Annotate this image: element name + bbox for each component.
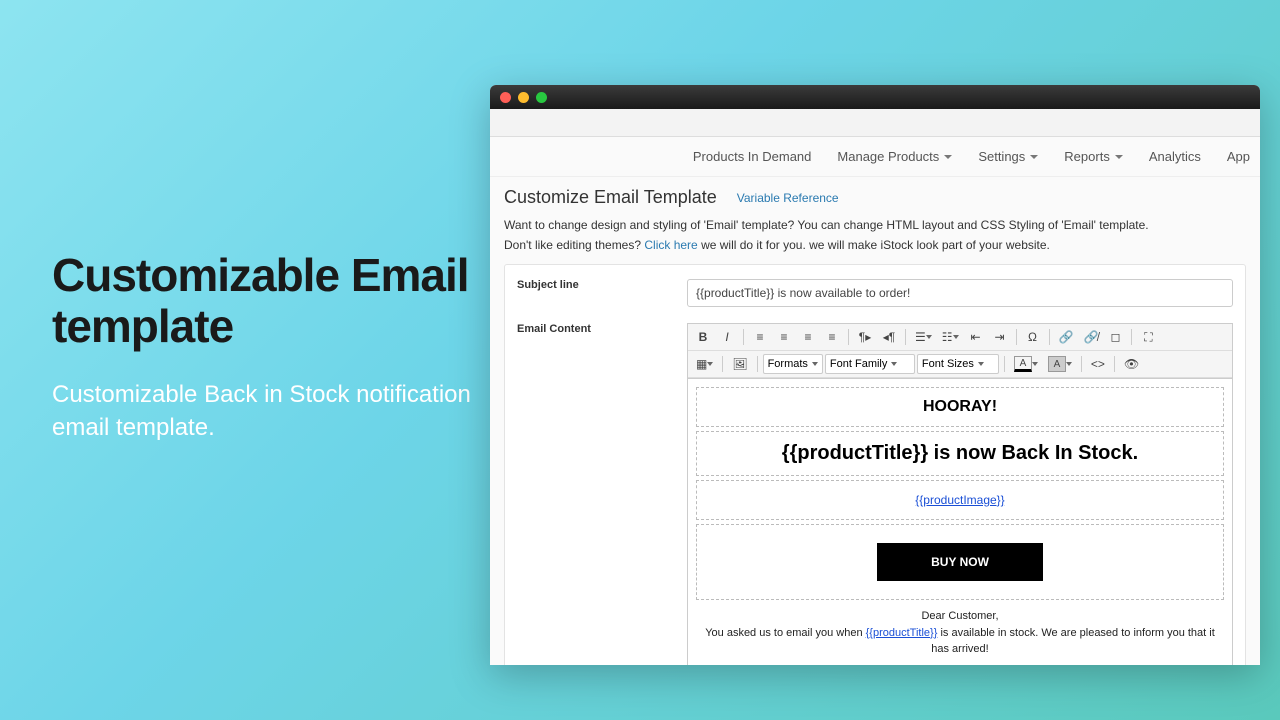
subject-input[interactable] bbox=[687, 279, 1233, 307]
minimize-icon[interactable] bbox=[518, 92, 529, 103]
promo-subheading: Customizable Back in Stock notification … bbox=[52, 379, 472, 444]
nav-app[interactable]: App bbox=[1227, 149, 1250, 164]
email-dear-block: Dear Customer, You asked us to email you… bbox=[696, 604, 1224, 662]
description-2: Don't like editing themes? Click here we… bbox=[504, 238, 1246, 252]
image-icon[interactable]: 🖼 bbox=[728, 354, 751, 374]
app-window: Products In Demand Manage Products Setti… bbox=[490, 85, 1260, 665]
buy-now-button[interactable]: BUY NOW bbox=[877, 543, 1043, 581]
bullet-list-icon[interactable]: ☰ bbox=[911, 327, 936, 347]
email-content-label: Email Content bbox=[517, 323, 687, 665]
bg-color-icon[interactable]: A bbox=[1044, 354, 1076, 374]
omega-icon[interactable]: Ω bbox=[1022, 327, 1044, 347]
nav-analytics[interactable]: Analytics bbox=[1149, 149, 1201, 164]
chevron-down-icon bbox=[1115, 155, 1123, 159]
chevron-down-icon bbox=[1030, 155, 1038, 159]
email-hooray: HOORAY! bbox=[696, 387, 1224, 427]
subject-line-label: Subject line bbox=[517, 279, 687, 307]
email-back-in-stock: {{productTitle}} is now Back In Stock. bbox=[696, 431, 1224, 476]
nav-reports[interactable]: Reports bbox=[1064, 149, 1123, 164]
email-product-title-var: {{productTitle}} bbox=[866, 627, 938, 639]
variable-reference-link[interactable]: Variable Reference bbox=[737, 191, 839, 205]
editor-body[interactable]: HOORAY! {{productTitle}} is now Back In … bbox=[687, 378, 1233, 665]
rich-editor: B I ≡ ≡ ≡ ≡ ¶▸ ◂¶ ☰ ☷ bbox=[687, 323, 1233, 665]
form-panel: Subject line Email Content B I ≡ ≡ ≡ bbox=[504, 264, 1246, 665]
text-color-icon[interactable]: A bbox=[1010, 354, 1042, 374]
email-dear: Dear Customer, bbox=[696, 608, 1224, 625]
source-code-icon[interactable]: <> bbox=[1087, 354, 1109, 374]
indent-icon[interactable]: ⇥ bbox=[989, 327, 1011, 347]
description-1: Want to change design and styling of 'Em… bbox=[504, 218, 1246, 232]
italic-icon[interactable]: I bbox=[716, 327, 738, 347]
fullscreen-icon[interactable]: ⛶ bbox=[1137, 327, 1159, 347]
editor-toolbar: B I ≡ ≡ ≡ ≡ ¶▸ ◂¶ ☰ ☷ bbox=[687, 323, 1233, 378]
email-cta-cell: BUY NOW bbox=[696, 524, 1224, 600]
email-truncated-line: But please complete your purchase as soo… bbox=[696, 662, 1224, 666]
page-title: Customize Email Template bbox=[504, 187, 717, 208]
ltr-icon[interactable]: ¶▸ bbox=[854, 327, 876, 347]
email-product-image-placeholder: {{productImage}} bbox=[696, 480, 1224, 520]
nav-manage-products[interactable]: Manage Products bbox=[837, 149, 952, 164]
formats-select[interactable]: Formats bbox=[763, 354, 823, 374]
align-left-icon[interactable]: ≡ bbox=[749, 327, 771, 347]
outdent-icon[interactable]: ⇤ bbox=[965, 327, 987, 347]
browser-chrome bbox=[490, 109, 1260, 137]
click-here-link[interactable]: Click here bbox=[644, 238, 697, 252]
align-right-icon[interactable]: ≡ bbox=[797, 327, 819, 347]
font-family-select[interactable]: Font Family bbox=[825, 354, 915, 374]
close-icon[interactable] bbox=[500, 92, 511, 103]
top-nav: Products In Demand Manage Products Setti… bbox=[490, 137, 1260, 177]
table-icon[interactable]: ▦ bbox=[692, 354, 717, 374]
promo-panel: Customizable Email template Customizable… bbox=[52, 250, 472, 444]
unlink-icon[interactable]: 🔗̸ bbox=[1079, 327, 1102, 347]
bold-icon[interactable]: B bbox=[692, 327, 714, 347]
number-list-icon[interactable]: ☷ bbox=[938, 327, 963, 347]
link-icon[interactable]: 🔗 bbox=[1055, 327, 1078, 347]
align-justify-icon[interactable]: ≡ bbox=[821, 327, 843, 347]
promo-heading: Customizable Email template bbox=[52, 250, 472, 351]
align-center-icon[interactable]: ≡ bbox=[773, 327, 795, 347]
bookmark-icon[interactable]: ◻ bbox=[1104, 327, 1126, 347]
chevron-down-icon bbox=[944, 155, 952, 159]
rtl-icon[interactable]: ◂¶ bbox=[878, 327, 900, 347]
page-body: Customize Email Template Variable Refere… bbox=[490, 177, 1260, 665]
nav-settings[interactable]: Settings bbox=[978, 149, 1038, 164]
maximize-icon[interactable] bbox=[536, 92, 547, 103]
font-sizes-select[interactable]: Font Sizes bbox=[917, 354, 999, 374]
window-titlebar bbox=[490, 85, 1260, 109]
preview-icon[interactable]: 👁 bbox=[1120, 354, 1143, 374]
nav-products-in-demand[interactable]: Products In Demand bbox=[693, 149, 812, 164]
